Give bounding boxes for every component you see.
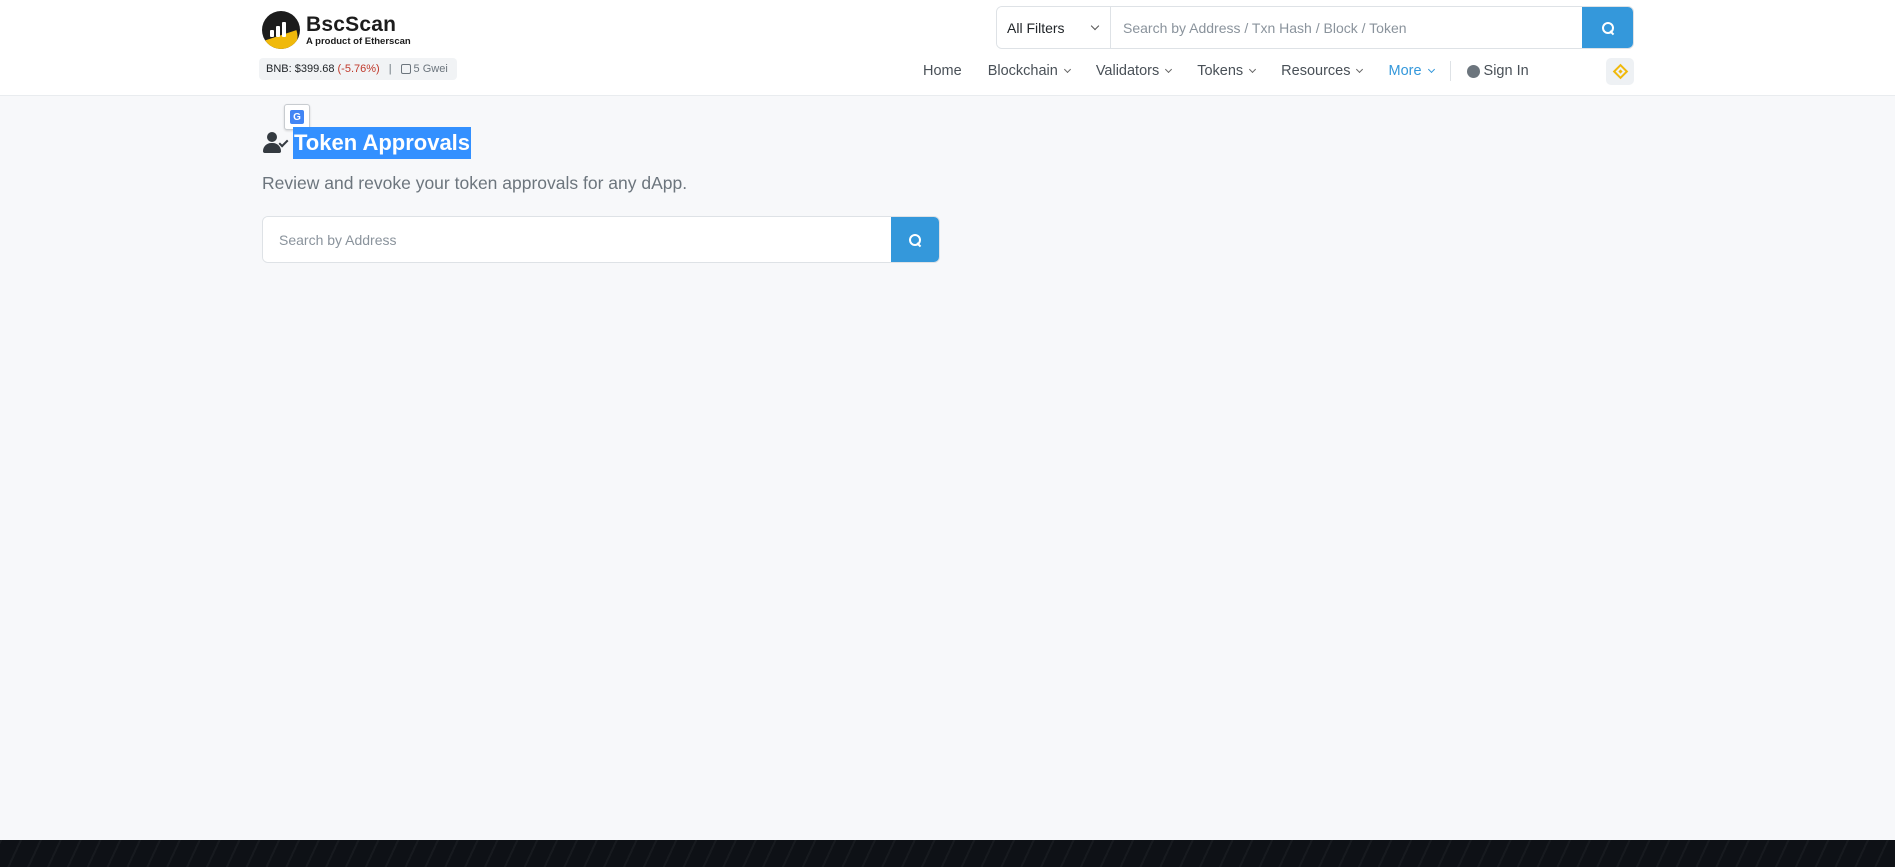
bnb-diamond-icon (1612, 63, 1628, 80)
nav-tokens[interactable]: Tokens (1197, 63, 1257, 79)
nav-tokens-label: Tokens (1197, 63, 1244, 79)
chevron-down-icon (1427, 65, 1435, 74)
nav-divider (1449, 61, 1451, 81)
gas-value: 5 Gwei (413, 63, 448, 75)
badge-separator: | (388, 63, 392, 75)
brand-logo[interactable]: BscScan A product of Etherscan (262, 10, 411, 50)
user-check-icon (262, 132, 290, 154)
top-search-button[interactable] (1582, 7, 1633, 48)
user-circle-icon (1466, 64, 1480, 78)
main-nav: Home Blockchain Validators Tokens Resour… (923, 60, 1555, 82)
bnb-price[interactable]: BNB: $399.68 (266, 63, 335, 75)
chevron-down-icon (1356, 65, 1364, 74)
nav-home-label: Home (923, 63, 962, 79)
nav-resources-label: Resources (1281, 63, 1351, 79)
search-icon (909, 233, 921, 246)
brand-name: BscScan (306, 12, 397, 36)
nav-more-label: More (1388, 63, 1422, 79)
address-search-bar (262, 216, 940, 263)
nav-blockchain-label: Blockchain (987, 63, 1058, 79)
chevron-down-icon (1090, 21, 1100, 31)
site-footer (0, 840, 1895, 867)
price-badge: BNB: $399.68 (-5.76%) | 5 Gwei (259, 58, 457, 80)
address-search-button[interactable] (891, 217, 939, 262)
nav-more[interactable]: More (1388, 63, 1435, 79)
gas-price[interactable]: 5 Gwei (400, 63, 448, 75)
price-change: (-5.76%) (337, 63, 380, 75)
chevron-down-icon (1063, 65, 1071, 74)
search-filter-select[interactable]: All Filters (997, 7, 1111, 48)
address-search-input[interactable] (263, 217, 891, 262)
page-title-row: Token Approvals (262, 127, 472, 159)
nav-validators[interactable]: Validators (1095, 63, 1173, 79)
filter-label: All Filters (1007, 19, 1065, 36)
top-search-input[interactable] (1111, 7, 1582, 48)
page-subtitle: Review and revoke your token approvals f… (262, 173, 688, 193)
chevron-down-icon (1249, 65, 1257, 74)
nav-validators-label: Validators (1095, 63, 1160, 79)
nav-home[interactable]: Home (923, 63, 962, 79)
nav-sign-in-label: Sign In (1483, 63, 1529, 79)
bscscan-logo-icon (262, 11, 300, 49)
brand-tagline: A product of Etherscan (306, 35, 411, 47)
nav-blockchain[interactable]: Blockchain (987, 63, 1071, 79)
nav-resources[interactable]: Resources (1281, 63, 1364, 79)
nav-sign-in[interactable]: Sign In (1466, 63, 1529, 79)
chevron-down-icon (1165, 65, 1173, 74)
page-title: Token Approvals (293, 127, 472, 159)
network-switch-button[interactable] (1606, 58, 1634, 85)
search-icon (1601, 21, 1614, 34)
gas-pump-icon (400, 64, 411, 74)
top-search-bar: All Filters (996, 6, 1634, 49)
